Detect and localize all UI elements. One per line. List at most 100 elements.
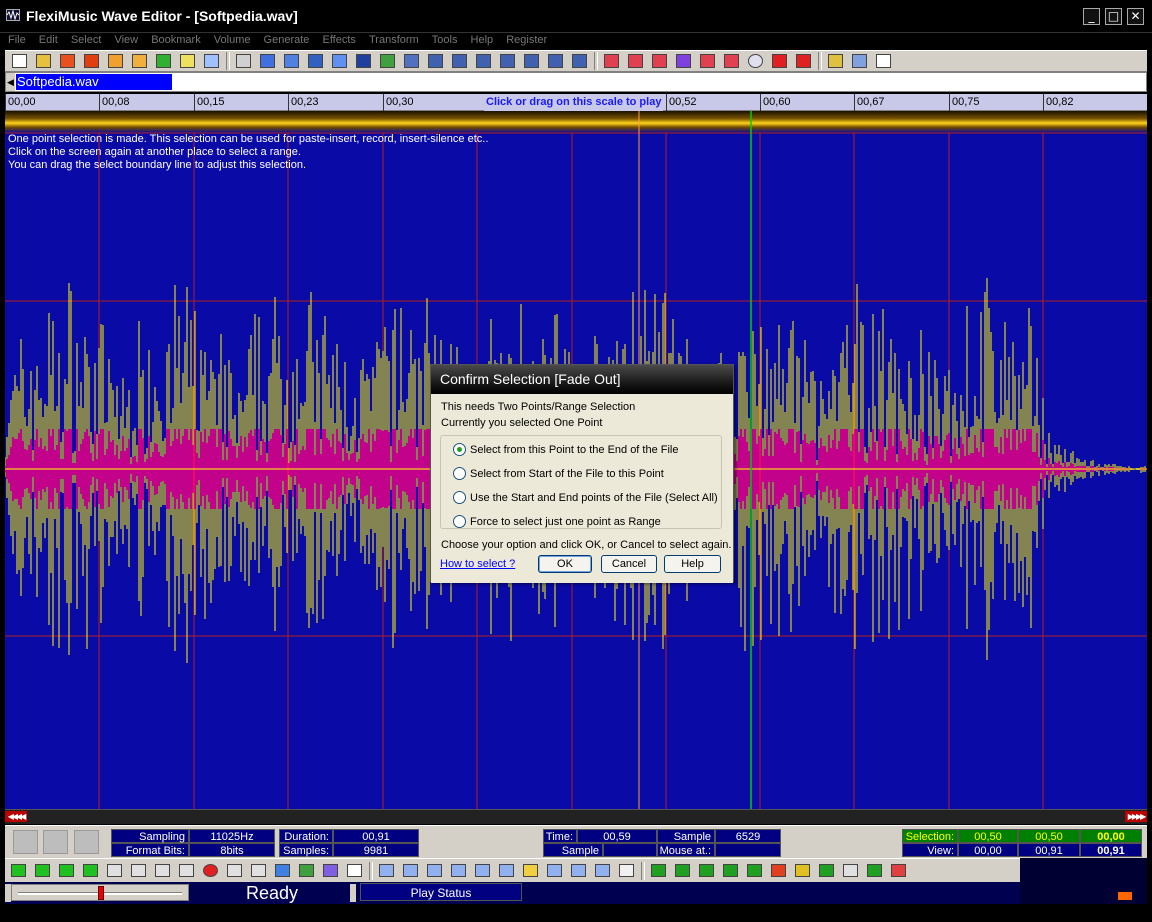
echo-icon[interactable] xyxy=(720,51,743,71)
zoom-help-icon[interactable] xyxy=(495,861,518,881)
option-select-all[interactable]: Use the Start and End points of the File… xyxy=(453,491,718,504)
clipboard-clear-icon[interactable] xyxy=(568,51,591,71)
record-icon[interactable] xyxy=(199,861,222,881)
play-to-end-icon[interactable] xyxy=(79,861,102,881)
select-range-icon[interactable] xyxy=(695,861,718,881)
menu-volume[interactable]: Volume xyxy=(209,33,256,46)
menu-edit[interactable]: Edit xyxy=(34,33,63,46)
help-button[interactable]: Help xyxy=(664,555,721,573)
wave-view-icon[interactable] xyxy=(200,51,223,71)
minimize-icon[interactable]: _ xyxy=(1083,8,1100,25)
play-icon[interactable] xyxy=(31,861,54,881)
split-icon[interactable] xyxy=(400,51,423,71)
amplify-icon[interactable] xyxy=(600,51,623,71)
zoom-100-icon[interactable] xyxy=(343,861,366,881)
select-all-icon[interactable] xyxy=(791,861,814,881)
close-icon[interactable]: ✕ xyxy=(1127,8,1144,25)
play-view-icon[interactable] xyxy=(55,861,78,881)
hand-icon[interactable] xyxy=(615,861,638,881)
file-tab[interactable]: Softpedia.wav xyxy=(16,74,172,90)
channel-icon[interactable] xyxy=(295,861,318,881)
cancel-button[interactable]: Cancel xyxy=(601,555,657,573)
zoom-prev-icon[interactable] xyxy=(543,861,566,881)
normalize-icon[interactable] xyxy=(624,51,647,71)
view-eye-icon[interactable] xyxy=(839,861,862,881)
position-slider[interactable] xyxy=(11,884,189,901)
tab-scroll-left-icon[interactable]: ◀ xyxy=(6,73,15,91)
skip-icon[interactable] xyxy=(792,51,815,71)
paste-icon[interactable] xyxy=(280,51,303,71)
paste-new-icon[interactable] xyxy=(304,51,327,71)
select-left-icon[interactable] xyxy=(743,861,766,881)
help-icon[interactable] xyxy=(872,51,895,71)
menu-help[interactable]: Help xyxy=(466,33,499,46)
how-to-select-link[interactable]: How to select ? xyxy=(440,558,515,570)
zoom-out-icon[interactable] xyxy=(447,861,470,881)
option-point-to-end[interactable]: Select from this Point to the End of the… xyxy=(453,443,679,456)
zoom-selection-icon[interactable] xyxy=(519,861,542,881)
measure-icon[interactable] xyxy=(176,51,199,71)
undo-icon[interactable] xyxy=(232,51,255,71)
open-folder-icon[interactable] xyxy=(32,51,55,71)
slider-thumb[interactable] xyxy=(98,886,104,900)
close-file-icon[interactable] xyxy=(56,51,79,71)
play-cursor-icon[interactable] xyxy=(103,861,126,881)
time-ruler[interactable]: 00,00 00,08 00,15 00,23 00,30 00,52 00,6… xyxy=(5,94,1147,111)
menu-generate[interactable]: Generate xyxy=(259,33,315,46)
settings-icon[interactable] xyxy=(848,51,871,71)
select-move-icon[interactable] xyxy=(815,861,838,881)
ok-button[interactable]: OK xyxy=(538,555,592,573)
maximize-icon[interactable]: □ xyxy=(1105,8,1122,25)
zoom-query-icon[interactable] xyxy=(591,861,614,881)
zoom-in-icon[interactable] xyxy=(399,861,422,881)
export-icon[interactable] xyxy=(128,51,151,71)
menu-transform[interactable]: Transform xyxy=(364,33,424,46)
select-right-icon[interactable] xyxy=(719,861,742,881)
zoom-fit-icon[interactable] xyxy=(375,861,398,881)
radio-point-to-end[interactable] xyxy=(453,443,466,456)
fade-in-icon[interactable] xyxy=(648,51,671,71)
select-undo-icon[interactable] xyxy=(767,861,790,881)
scroll-start-icon[interactable]: ◀◀◀◀ xyxy=(5,811,27,822)
reverse-icon[interactable] xyxy=(696,51,719,71)
wave-scroll-strip[interactable]: ◀◀◀◀ ▶▶▶▶ xyxy=(5,809,1147,824)
option-one-point[interactable]: Force to select just one point as Range xyxy=(453,515,661,528)
zoom-out-more-icon[interactable] xyxy=(471,861,494,881)
scroll-end-icon[interactable]: ▶▶▶▶ xyxy=(1125,811,1147,822)
clipboard-add-icon[interactable] xyxy=(496,51,519,71)
trim-icon[interactable] xyxy=(376,51,399,71)
loop-icon[interactable] xyxy=(223,861,246,881)
clipboard-insert-icon[interactable] xyxy=(472,51,495,71)
clipboard-save-icon[interactable] xyxy=(544,51,567,71)
effects-rack-icon[interactable] xyxy=(319,861,342,881)
save-selection-icon[interactable] xyxy=(887,861,910,881)
zoom-next-icon[interactable] xyxy=(567,861,590,881)
delete-icon[interactable] xyxy=(352,51,375,71)
menu-view[interactable]: View xyxy=(109,33,143,46)
save-icon[interactable] xyxy=(80,51,103,71)
mute-icon[interactable] xyxy=(744,51,767,71)
fade-out-icon[interactable] xyxy=(672,51,695,71)
menu-select[interactable]: Select xyxy=(66,33,107,46)
play-selection-icon[interactable] xyxy=(7,861,30,881)
play-reverse-icon[interactable] xyxy=(127,861,150,881)
copy-icon[interactable] xyxy=(256,51,279,71)
fast-forward-icon[interactable] xyxy=(768,51,791,71)
mixer-icon[interactable] xyxy=(271,861,294,881)
menu-file[interactable]: File xyxy=(0,33,31,46)
radio-start-to-point[interactable] xyxy=(453,467,466,480)
radio-one-point[interactable] xyxy=(453,515,466,528)
pause-icon[interactable] xyxy=(151,861,174,881)
clipboard-icon[interactable] xyxy=(424,51,447,71)
clipboard-mix-icon[interactable] xyxy=(448,51,471,71)
new-file-icon[interactable] xyxy=(8,51,31,71)
option-start-to-point[interactable]: Select from Start of the File to this Po… xyxy=(453,467,664,480)
save-as-icon[interactable] xyxy=(104,51,127,71)
tools-icon[interactable] xyxy=(824,51,847,71)
menu-register[interactable]: Register xyxy=(501,33,552,46)
clipboard-replace-icon[interactable] xyxy=(520,51,543,71)
zoom-in-more-icon[interactable] xyxy=(423,861,446,881)
monitor-icon[interactable] xyxy=(247,861,270,881)
menu-tools[interactable]: Tools xyxy=(427,33,463,46)
stop-icon[interactable] xyxy=(175,861,198,881)
